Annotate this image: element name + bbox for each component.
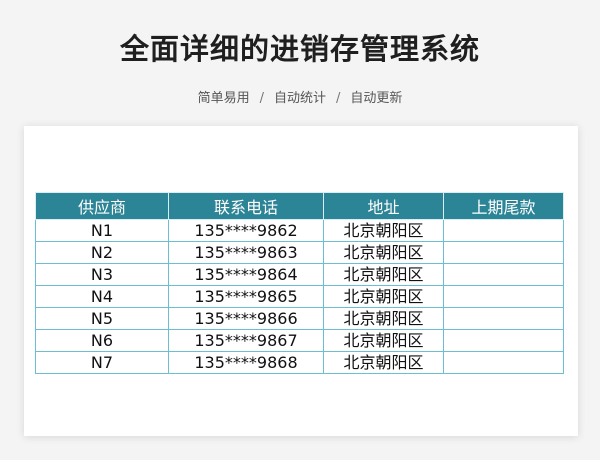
cell-last-balance[interactable]: [443, 329, 564, 352]
cell-supplier[interactable]: N1: [35, 219, 169, 242]
cell-phone[interactable]: 135****9863: [168, 241, 324, 264]
header-address: 地址: [323, 192, 444, 220]
table-row: N7 135****9868 北京朝阳区: [35, 351, 564, 374]
cell-address[interactable]: 北京朝阳区: [323, 241, 444, 264]
page-title: 全面详细的进销存管理系统: [119, 32, 480, 66]
subtitle-item: 简单易用: [197, 91, 250, 106]
table-row: N1 135****9862 北京朝阳区: [35, 219, 564, 242]
cell-address[interactable]: 北京朝阳区: [323, 329, 444, 352]
cell-phone[interactable]: 135****9864: [168, 263, 324, 286]
cell-phone[interactable]: 135****9862: [168, 219, 324, 242]
cell-address[interactable]: 北京朝阳区: [323, 307, 444, 330]
cell-last-balance[interactable]: [443, 307, 564, 330]
subtitle: 简单易用 / 自动统计 / 自动更新: [0, 87, 600, 106]
cell-supplier[interactable]: N2: [35, 241, 169, 264]
table-row: N5 135****9866 北京朝阳区: [35, 307, 564, 330]
supplier-table: 供应商 联系电话 地址 上期尾款 N1 135****9862 北京朝阳区 N2 135…: [35, 192, 564, 374]
cell-phone[interactable]: 135****9865: [168, 285, 324, 308]
table-header-row: 供应商 联系电话 地址 上期尾款: [35, 192, 564, 220]
cell-supplier[interactable]: N7: [35, 351, 169, 374]
subtitle-item: 自动更新: [350, 91, 403, 106]
cell-address[interactable]: 北京朝阳区: [323, 263, 444, 286]
subtitle-separator: /: [259, 91, 264, 106]
spreadsheet-card: 供应商 联系电话 地址 上期尾款 N1 135****9862 北京朝阳区 N2 135…: [24, 126, 578, 436]
cell-supplier[interactable]: N4: [35, 285, 169, 308]
cell-last-balance[interactable]: [443, 285, 564, 308]
cell-last-balance[interactable]: [443, 241, 564, 264]
cell-supplier[interactable]: N6: [35, 329, 169, 352]
table-row: N3 135****9864 北京朝阳区: [35, 263, 564, 286]
cell-phone[interactable]: 135****9866: [168, 307, 324, 330]
header-last-balance: 上期尾款: [443, 192, 564, 220]
subtitle-separator: /: [336, 91, 341, 106]
header-phone: 联系电话: [168, 192, 324, 220]
header-supplier: 供应商: [35, 192, 169, 220]
cell-supplier[interactable]: N3: [35, 263, 169, 286]
cell-address[interactable]: 北京朝阳区: [323, 351, 444, 374]
cell-phone[interactable]: 135****9867: [168, 329, 324, 352]
cell-address[interactable]: 北京朝阳区: [323, 219, 444, 242]
subtitle-item: 自动统计: [273, 91, 326, 106]
cell-last-balance[interactable]: [443, 219, 564, 242]
table-row: N2 135****9863 北京朝阳区: [35, 241, 564, 264]
cell-phone[interactable]: 135****9868: [168, 351, 324, 374]
cell-last-balance[interactable]: [443, 263, 564, 286]
cell-supplier[interactable]: N5: [35, 307, 169, 330]
cell-address[interactable]: 北京朝阳区: [323, 285, 444, 308]
table-row: N6 135****9867 北京朝阳区: [35, 329, 564, 352]
cell-last-balance[interactable]: [443, 351, 564, 374]
table-row: N4 135****9865 北京朝阳区: [35, 285, 564, 308]
table-body: N1 135****9862 北京朝阳区 N2 135****9863 北京朝阳区 N3 13…: [35, 219, 564, 374]
